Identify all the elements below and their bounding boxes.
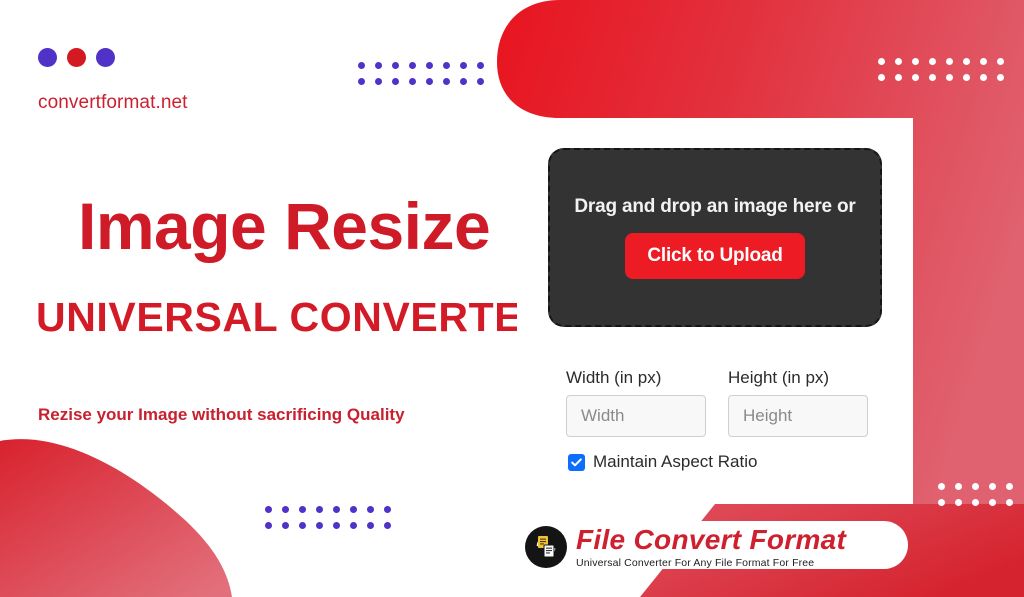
decor-dot xyxy=(443,62,450,69)
decor-dot xyxy=(895,74,902,81)
decor-dot xyxy=(878,58,885,65)
decor-dot xyxy=(299,522,306,529)
height-field-group: Height (in px) xyxy=(728,368,868,437)
decor-dot xyxy=(1006,483,1013,490)
dots-top-left xyxy=(358,62,494,85)
decor-dot xyxy=(282,522,289,529)
checkmark-icon xyxy=(571,457,582,466)
decor-dot xyxy=(955,499,962,506)
dropzone-instruction: Drag and drop an image here or xyxy=(574,196,856,217)
size-fields: Width (in px) Height (in px) xyxy=(566,368,868,437)
decor-dot xyxy=(972,483,979,490)
decor-dot xyxy=(912,58,919,65)
document-swap-icon xyxy=(536,536,556,558)
height-input[interactable] xyxy=(728,395,868,437)
decor-dot xyxy=(375,78,382,85)
decor-dot xyxy=(980,74,987,81)
click-to-upload-button[interactable]: Click to Upload xyxy=(625,233,805,279)
decor-dot xyxy=(997,58,1004,65)
brand-dot-red xyxy=(67,48,86,67)
brand-dot-purple-right xyxy=(96,48,115,67)
decor-dot xyxy=(367,506,374,513)
decor-dot xyxy=(878,74,885,81)
decor-dot xyxy=(316,506,323,513)
decor-dot xyxy=(938,483,945,490)
maintain-aspect-ratio-row[interactable]: Maintain Aspect Ratio xyxy=(568,452,757,472)
decor-dot xyxy=(929,74,936,81)
dots-bottom-left xyxy=(265,506,401,529)
decor-dot xyxy=(426,62,433,69)
height-label: Height (in px) xyxy=(728,368,830,387)
page-tagline: Rezise your Image without sacrificing Qu… xyxy=(38,405,405,424)
decor-dot xyxy=(477,78,484,85)
dots-top-right xyxy=(878,58,1014,81)
poster-canvas: convertformat.net Image Resize UNIVERSAL… xyxy=(0,0,1024,597)
decor-dot xyxy=(989,483,996,490)
decor-dot xyxy=(997,74,1004,81)
brand-name: convertformat.net xyxy=(38,92,188,113)
decor-dot xyxy=(1006,499,1013,506)
decor-dot xyxy=(938,499,945,506)
footer-logo-subtitle: Universal Converter For Any File Format … xyxy=(576,556,815,569)
decor-dot xyxy=(895,58,902,65)
decor-dot xyxy=(316,522,323,529)
upload-dropzone[interactable]: Drag and drop an image here or Click to … xyxy=(548,148,882,327)
file-convert-badge-icon xyxy=(525,526,567,568)
width-input[interactable] xyxy=(566,395,706,437)
maintain-aspect-ratio-checkbox[interactable] xyxy=(568,453,585,471)
decor-dot xyxy=(299,506,306,513)
decor-dot xyxy=(265,506,272,513)
footer-logo: File Convert Format Universal Converter … xyxy=(525,525,846,569)
width-field-group: Width (in px) xyxy=(566,368,706,437)
decor-dot xyxy=(460,78,467,85)
decor-dot xyxy=(443,78,450,85)
decor-dot xyxy=(972,499,979,506)
brand-dot-purple-left xyxy=(38,48,57,67)
decor-dot xyxy=(946,74,953,81)
page-subtitle: UNIVERSAL CONVERTER xyxy=(36,294,553,340)
decor-dot xyxy=(460,62,467,69)
decor-dot xyxy=(912,74,919,81)
width-label: Width (in px) xyxy=(566,368,662,387)
decor-dot xyxy=(375,62,382,69)
footer-logo-title: File Convert Format xyxy=(576,523,847,555)
decor-dot xyxy=(333,506,340,513)
page-title: Image Resize xyxy=(78,189,491,263)
decor-dot xyxy=(358,62,365,69)
decor-dot xyxy=(980,58,987,65)
decor-dot xyxy=(384,506,391,513)
decor-dot xyxy=(265,522,272,529)
dots-bottom-right xyxy=(938,483,1023,506)
decor-dot xyxy=(477,62,484,69)
decor-dot xyxy=(989,499,996,506)
decor-dot xyxy=(963,58,970,65)
decor-dot xyxy=(426,78,433,85)
footer-logo-text: File Convert Format Universal Converter … xyxy=(576,523,847,569)
decor-dot xyxy=(392,78,399,85)
decor-dot xyxy=(409,62,416,69)
decor-dot xyxy=(282,506,289,513)
decor-dot xyxy=(350,506,357,513)
decor-dot xyxy=(350,522,357,529)
decor-dot xyxy=(367,522,374,529)
decor-dot xyxy=(358,78,365,85)
decor-dot xyxy=(409,78,416,85)
decor-dot xyxy=(392,62,399,69)
brand: convertformat.net xyxy=(38,48,187,113)
decor-dot xyxy=(946,58,953,65)
decor-dot xyxy=(333,522,340,529)
decor-dot xyxy=(929,58,936,65)
decor-dot xyxy=(955,483,962,490)
maintain-aspect-ratio-label: Maintain Aspect Ratio xyxy=(593,452,758,471)
brand-dots-icon xyxy=(38,48,115,67)
decor-dot xyxy=(384,522,391,529)
decor-dot xyxy=(963,74,970,81)
